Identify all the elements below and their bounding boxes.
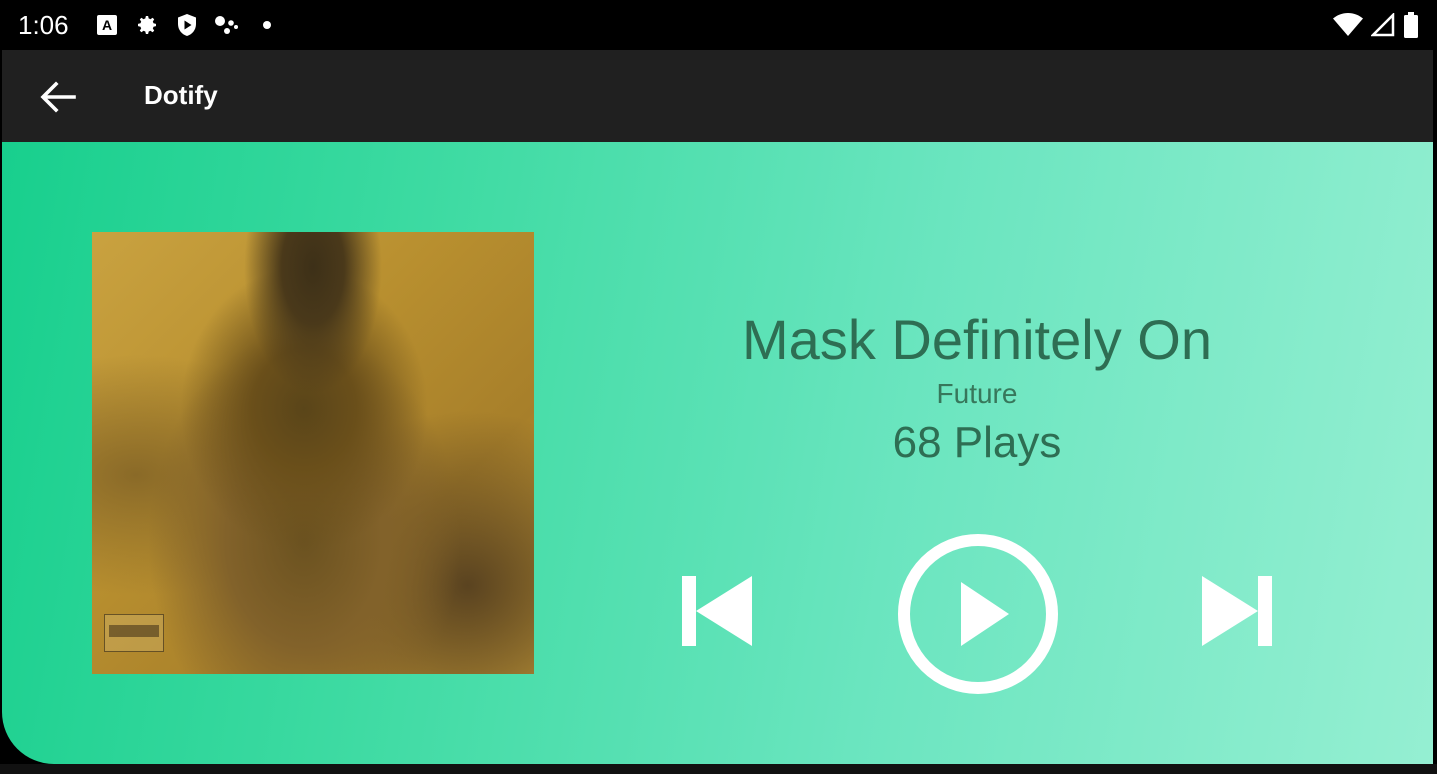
- wifi-icon: [1333, 13, 1363, 41]
- song-info: Mask Definitely On Future 68 Plays: [602, 302, 1352, 472]
- player-screen: Mask Definitely On Future 68 Plays: [2, 142, 1433, 764]
- cell-signal-icon: [1369, 11, 1395, 41]
- app-bar: Dotify: [2, 50, 1433, 142]
- parental-advisory-label: [104, 614, 164, 652]
- status-system-icons: [1333, 11, 1419, 42]
- status-time: 1:06: [18, 10, 69, 40]
- skip-next-icon: [1202, 576, 1272, 646]
- song-title: Mask Definitely On: [742, 308, 1212, 371]
- settings-gear-icon: [134, 12, 160, 38]
- back-button[interactable]: [32, 76, 84, 118]
- skip-previous-icon: [682, 576, 752, 646]
- svg-text:A: A: [102, 17, 112, 33]
- status-notification-icons: A: [94, 12, 280, 38]
- a-badge-icon: A: [94, 12, 120, 38]
- play-button[interactable]: [896, 532, 1060, 696]
- shield-play-icon: [174, 12, 200, 38]
- play-circle-icon: [898, 534, 1058, 694]
- song-artist: Future: [936, 378, 1018, 409]
- status-bar: 1:06 A: [0, 0, 1437, 50]
- app-title: Dotify: [144, 80, 218, 110]
- bottom-edge: [0, 764, 1437, 774]
- battery-icon: [1403, 12, 1419, 42]
- next-button[interactable]: [1200, 574, 1274, 648]
- previous-button[interactable]: [680, 574, 754, 648]
- play-count[interactable]: 68 Plays: [602, 414, 1352, 472]
- album-cover-image: [92, 232, 534, 674]
- arrow-left-icon: [40, 81, 76, 113]
- assistant-dots-icon: [214, 12, 240, 38]
- dot-icon: [254, 12, 280, 38]
- device-screen: 1:06 A Dotify Mask Definitely On Future …: [0, 0, 1437, 774]
